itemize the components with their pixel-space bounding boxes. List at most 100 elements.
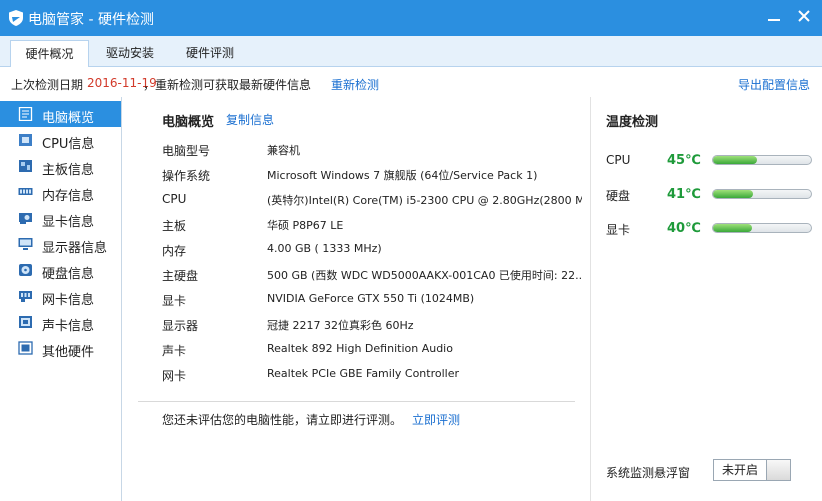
recheck-link[interactable]: 重新检测 xyxy=(331,76,379,93)
sidebar-item-label: 硬盘信息 xyxy=(42,267,95,282)
sidebar-item-label: 显卡信息 xyxy=(42,215,95,230)
tab-driver-install[interactable]: 驱动安装 xyxy=(92,40,168,66)
sidebar-item-monitor[interactable]: 显示器信息 xyxy=(0,231,121,257)
monitor-icon xyxy=(18,238,33,250)
info-value: 兼容机 xyxy=(267,144,300,157)
toggle-label: 未开启 xyxy=(714,460,767,480)
export-config-link[interactable]: 导出配置信息 xyxy=(738,76,810,93)
sidebar-item-label: 电脑概览 xyxy=(42,111,95,126)
sidebar-item-other[interactable]: 其他硬件 xyxy=(0,335,121,361)
section-title: 电脑概览 xyxy=(162,115,215,130)
copy-info-link[interactable]: 复制信息 xyxy=(226,111,274,128)
info-value: (英特尔)Intel(R) Core(TM) i5-2300 CPU @ 2.8… xyxy=(267,194,582,207)
sidebar-item-label: 声卡信息 xyxy=(42,319,95,334)
temp-value: 40℃ xyxy=(667,221,701,236)
info-key: 声卡 xyxy=(162,344,187,358)
disk-icon xyxy=(19,264,32,276)
info-value: Microsoft Windows 7 旗舰版 (64位/Service Pac… xyxy=(267,169,538,182)
sidebar-item-gpu[interactable]: 显卡信息 xyxy=(0,205,121,231)
toggle-knob xyxy=(767,460,790,480)
temp-row-disk: 硬盘 41℃ xyxy=(606,185,816,205)
info-row-network: 网卡 Realtek PCIe GBE Family Controller xyxy=(162,367,582,387)
temp-gauge-fill xyxy=(713,190,754,198)
info-key: 主板 xyxy=(162,219,187,233)
info-row-sound: 声卡 Realtek 892 High Definition Audio xyxy=(162,342,582,362)
network-icon xyxy=(19,291,32,302)
temp-row-cpu: CPU 45℃ xyxy=(606,151,816,171)
overview-icon xyxy=(18,107,33,121)
temp-gauge xyxy=(712,189,812,199)
overview-panel: 电脑概览 复制信息 电脑型号 兼容机 操作系统 Microsoft Window… xyxy=(122,97,588,501)
sidebar-item-label: 其他硬件 xyxy=(42,345,95,360)
info-key: 网卡 xyxy=(162,369,187,383)
info-key: 内存 xyxy=(162,244,187,258)
temperature-panel: 温度检测 CPU 45℃ 硬盘 41℃ 显卡 40℃ 系统监测悬浮窗 未开启 xyxy=(590,97,822,501)
info-key: CPU xyxy=(162,192,187,206)
info-row-monitor: 显示器 冠捷 2217 32位真彩色 60Hz xyxy=(162,317,582,337)
cpu-icon xyxy=(19,134,32,146)
info-row-memory: 内存 4.00 GB ( 1333 MHz) xyxy=(162,242,582,262)
sidebar-item-disk[interactable]: 硬盘信息 xyxy=(0,257,121,283)
info-key: 电脑型号 xyxy=(162,144,211,158)
temp-name: CPU xyxy=(606,153,631,167)
info-row-motherboard: 主板 华硕 P8P67 LE xyxy=(162,217,582,237)
shield-icon xyxy=(9,10,23,26)
info-row-os: 操作系统 Microsoft Windows 7 旗舰版 (64位/Servic… xyxy=(162,167,582,187)
minimize-icon[interactable] xyxy=(766,8,782,24)
info-key: 显卡 xyxy=(162,294,187,308)
other-hardware-icon xyxy=(18,341,33,355)
float-window-label: 系统监测悬浮窗 xyxy=(606,466,691,480)
info-value: 500 GB (西数 WDC WD5000AAKX-001CA0 已使用时间: … xyxy=(267,269,582,282)
sidebar-item-motherboard[interactable]: 主板信息 xyxy=(0,153,121,179)
memory-icon xyxy=(18,188,33,195)
info-row-model: 电脑型号 兼容机 xyxy=(162,142,582,162)
temperature-title: 温度检测 xyxy=(606,115,659,130)
temp-gauge xyxy=(712,155,812,165)
motherboard-icon xyxy=(19,160,32,172)
info-value: 华硕 P8P67 LE xyxy=(267,219,344,232)
info-value: Realtek PCIe GBE Family Controller xyxy=(267,367,460,380)
evaluate-now-link[interactable]: 立即评测 xyxy=(412,411,460,428)
sidebar-item-overview[interactable]: 电脑概览 xyxy=(0,101,121,127)
temp-name: 显卡 xyxy=(606,223,631,237)
info-value: 冠捷 2217 32位真彩色 60Hz xyxy=(267,319,414,332)
sidebar-item-label: 主板信息 xyxy=(42,163,95,178)
info-key: 显示器 xyxy=(162,319,199,333)
sound-icon xyxy=(19,316,32,328)
temp-gauge xyxy=(712,223,812,233)
sidebar: 电脑概览 CPU信息 主板信息 内存信息 显卡信息 显示器信息 硬盘信息 网卡信… xyxy=(0,97,122,501)
info-value: 4.00 GB ( 1333 MHz) xyxy=(267,242,382,255)
float-window-toggle[interactable]: 未开启 xyxy=(713,459,791,481)
last-check-label: 上次检测日期 xyxy=(11,78,84,92)
temp-row-gpu: 显卡 40℃ xyxy=(606,219,816,239)
info-bar: 上次检测日期 2016-11-19 ，重新检测可获取最新硬件信息 重新检测 导出… xyxy=(0,67,822,97)
sidebar-item-label: 显示器信息 xyxy=(42,241,108,256)
info-row-disk: 主硬盘 500 GB (西数 WDC WD5000AAKX-001CA0 已使用… xyxy=(162,267,582,287)
info-key: 主硬盘 xyxy=(162,269,199,283)
close-icon[interactable] xyxy=(794,6,814,26)
info-key: 操作系统 xyxy=(162,169,211,183)
sidebar-item-sound[interactable]: 声卡信息 xyxy=(0,309,121,335)
last-check-hint: ，重新检测可获取最新硬件信息 xyxy=(143,78,312,92)
info-value: NVIDIA GeForce GTX 550 Ti (1024MB) xyxy=(267,292,475,305)
window-title: 电脑管家 - 硬件检测 xyxy=(28,12,154,28)
sidebar-item-memory[interactable]: 内存信息 xyxy=(0,179,121,205)
gpu-icon xyxy=(19,213,32,224)
temp-value: 45℃ xyxy=(667,153,701,168)
info-row-cpu: CPU (英特尔)Intel(R) Core(TM) i5-2300 CPU @… xyxy=(162,192,582,212)
sidebar-item-label: 内存信息 xyxy=(42,189,95,204)
sidebar-item-network[interactable]: 网卡信息 xyxy=(0,283,121,309)
divider xyxy=(138,401,575,402)
info-row-gpu: 显卡 NVIDIA GeForce GTX 550 Ti (1024MB) xyxy=(162,292,582,312)
temp-gauge-fill xyxy=(713,224,753,232)
tab-hardware-overview[interactable]: 硬件概况 xyxy=(10,40,89,68)
eval-prompt: 您还未评估您的电脑性能，请立即进行评测。 xyxy=(162,413,403,427)
info-value: Realtek 892 High Definition Audio xyxy=(267,342,453,355)
tab-hardware-benchmark[interactable]: 硬件评测 xyxy=(172,40,248,66)
sidebar-item-label: CPU信息 xyxy=(42,137,95,152)
temp-gauge-fill xyxy=(713,156,758,164)
tab-bar: 硬件概况 驱动安装 硬件评测 xyxy=(0,36,822,68)
title-bar: 电脑管家 - 硬件检测 xyxy=(0,0,822,36)
temp-name: 硬盘 xyxy=(606,189,631,203)
sidebar-item-cpu[interactable]: CPU信息 xyxy=(0,127,121,153)
